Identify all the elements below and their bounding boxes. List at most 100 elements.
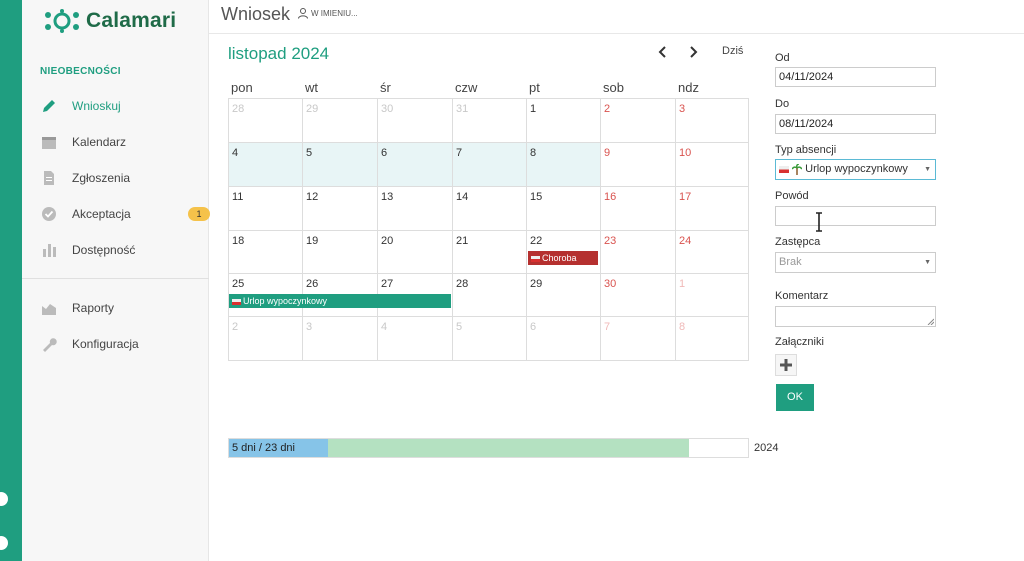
reason-label: Powód bbox=[775, 190, 809, 202]
day-number: 6 bbox=[381, 147, 388, 159]
strip-circle-icon[interactable] bbox=[0, 492, 8, 506]
calendar-day-cell[interactable]: 6 bbox=[527, 317, 601, 361]
poland-flag-icon bbox=[232, 298, 241, 305]
calendar-day-cell[interactable]: 7 bbox=[453, 143, 527, 187]
day-number: 8 bbox=[530, 147, 537, 159]
calendar-day-cell[interactable]: 8 bbox=[676, 317, 749, 361]
to-label: Do bbox=[775, 98, 790, 110]
calendar-day-cell[interactable]: 4 bbox=[229, 143, 303, 187]
pencil-icon bbox=[40, 97, 58, 115]
day-number: 1 bbox=[530, 103, 537, 115]
calendar-event[interactable]: Choroba bbox=[528, 251, 598, 265]
left-app-strip bbox=[0, 0, 22, 561]
calendar-day-cell[interactable]: 2 bbox=[601, 99, 676, 143]
sidebar-item-kalendarz[interactable]: Kalendarz bbox=[40, 131, 200, 153]
strip-circle-icon[interactable] bbox=[0, 536, 8, 550]
calendar-day-cell[interactable]: 12 bbox=[303, 187, 378, 231]
on-behalf-link[interactable]: W IMIENIU... bbox=[297, 7, 358, 19]
sidebar-item-akceptacja[interactable]: Akceptacja 1 bbox=[40, 203, 210, 225]
day-number: 12 bbox=[306, 191, 319, 203]
sidebar-item-label: Dostępność bbox=[72, 243, 136, 257]
chevron-left-icon bbox=[658, 46, 666, 58]
resize-handle-icon[interactable] bbox=[927, 318, 934, 325]
today-button[interactable]: Dziś bbox=[722, 45, 743, 57]
calendar-day-cell[interactable]: 1 bbox=[676, 274, 749, 317]
calendar-day-cell[interactable]: 1 bbox=[527, 99, 601, 143]
day-number: 2 bbox=[232, 321, 239, 333]
calendar-day-cell[interactable]: 19 bbox=[303, 231, 378, 274]
calendar-grid: 28 29 30 31 1 2 3 4 5 6 7 8 9 10 11 12 13 14 15 16 17 18 19 20 2… bbox=[228, 98, 749, 361]
calendar-day-cell[interactable]: 28 bbox=[453, 274, 527, 317]
calendar-day-cell[interactable]: 10 bbox=[676, 143, 749, 187]
calamari-logo-icon bbox=[45, 9, 79, 33]
calendar-day-cell[interactable]: 2 bbox=[229, 317, 303, 361]
day-number: 25 bbox=[232, 278, 245, 290]
calendar-day-cell[interactable]: 30 bbox=[378, 99, 453, 143]
calendar-day-cell[interactable]: 28 bbox=[229, 99, 303, 143]
sidebar-item-konfiguracja[interactable]: Konfiguracja bbox=[40, 333, 200, 355]
day-number: 10 bbox=[679, 147, 692, 159]
calendar-day-cell[interactable]: 6 bbox=[378, 143, 453, 187]
absence-type-select[interactable]: Urlop wypoczynkowy ▼ bbox=[775, 159, 936, 180]
previous-month-button[interactable] bbox=[655, 44, 671, 60]
page-title: Wniosek bbox=[221, 4, 291, 24]
calendar-day-cell[interactable]: 3 bbox=[303, 317, 378, 361]
day-number: 3 bbox=[679, 103, 686, 115]
quota-available-fill bbox=[328, 439, 689, 457]
calendar-day-cell[interactable]: 16 bbox=[601, 187, 676, 231]
sidebar-item-raporty[interactable]: Raporty bbox=[40, 297, 200, 319]
day-number: 28 bbox=[456, 278, 469, 290]
day-number: 9 bbox=[604, 147, 611, 159]
calendar-day-cell[interactable]: 21 bbox=[453, 231, 527, 274]
substitute-select[interactable]: Brak ▼ bbox=[775, 252, 936, 273]
calendar-day-cell[interactable]: 29 bbox=[303, 99, 378, 143]
reason-input[interactable] bbox=[775, 206, 936, 226]
day-number: 29 bbox=[530, 278, 543, 290]
calendar-day-cell[interactable]: 30 bbox=[601, 274, 676, 317]
calendar-day-cell[interactable]: 11 bbox=[229, 187, 303, 231]
calendar-day-cell[interactable]: 8 bbox=[527, 143, 601, 187]
sidebar-item-label: Zgłoszenia bbox=[72, 171, 131, 185]
calendar-day-cell[interactable]: 31 bbox=[453, 99, 527, 143]
comment-textarea[interactable] bbox=[775, 306, 936, 327]
calendar-day-cell[interactable]: 24 bbox=[676, 231, 749, 274]
calendar-day-cell[interactable]: 29 bbox=[527, 274, 601, 317]
comment-label: Komentarz bbox=[775, 290, 829, 302]
calendar-day-cell[interactable]: 14 bbox=[453, 187, 527, 231]
from-date-input[interactable] bbox=[775, 67, 936, 87]
quota-year: 2024 bbox=[754, 442, 779, 454]
next-month-button[interactable] bbox=[685, 44, 701, 60]
poland-flag-icon bbox=[531, 255, 540, 262]
sidebar-item-zgloszenia[interactable]: Zgłoszenia bbox=[40, 167, 200, 189]
wrench-icon bbox=[40, 335, 58, 353]
calendar-day-cell[interactable]: 20 bbox=[378, 231, 453, 274]
logo[interactable]: Calamari bbox=[42, 8, 176, 34]
calendar-day-cell[interactable]: 9 bbox=[601, 143, 676, 187]
sidebar-item-dostepnosc[interactable]: Dostępność bbox=[40, 239, 200, 261]
day-number: 4 bbox=[232, 147, 239, 159]
calendar-event[interactable]: Urlop wypoczynkowy bbox=[229, 294, 451, 308]
to-date-input[interactable] bbox=[775, 114, 936, 134]
day-number: 5 bbox=[306, 147, 313, 159]
quota-progress-bar: 5 dni / 23 dni bbox=[228, 438, 749, 458]
calendar-day-cell[interactable]: 5 bbox=[303, 143, 378, 187]
day-number: 7 bbox=[604, 321, 611, 333]
calendar-month-title: listopad 2024 bbox=[228, 44, 330, 63]
day-number: 21 bbox=[456, 235, 469, 247]
calendar-day-cell[interactable]: 23 bbox=[601, 231, 676, 274]
calendar-day-cell[interactable]: 5 bbox=[453, 317, 527, 361]
calendar-day-cell[interactable]: 15 bbox=[527, 187, 601, 231]
calendar-day-cell[interactable]: 4 bbox=[378, 317, 453, 361]
calendar-day-cell[interactable]: 7 bbox=[601, 317, 676, 361]
day-number: 13 bbox=[381, 191, 394, 203]
calendar-day-cell[interactable]: 17 bbox=[676, 187, 749, 231]
add-attachment-button[interactable] bbox=[775, 354, 797, 376]
day-number: 6 bbox=[530, 321, 537, 333]
sidebar-item-wnioskuj[interactable]: Wnioskuj bbox=[40, 95, 200, 117]
day-number: 11 bbox=[232, 191, 244, 203]
calendar-day-cell[interactable]: 13 bbox=[378, 187, 453, 231]
ok-button[interactable]: OK bbox=[776, 384, 814, 411]
palm-tree-icon bbox=[791, 162, 803, 175]
calendar-day-cell[interactable]: 18 bbox=[229, 231, 303, 274]
calendar-day-cell[interactable]: 3 bbox=[676, 99, 749, 143]
